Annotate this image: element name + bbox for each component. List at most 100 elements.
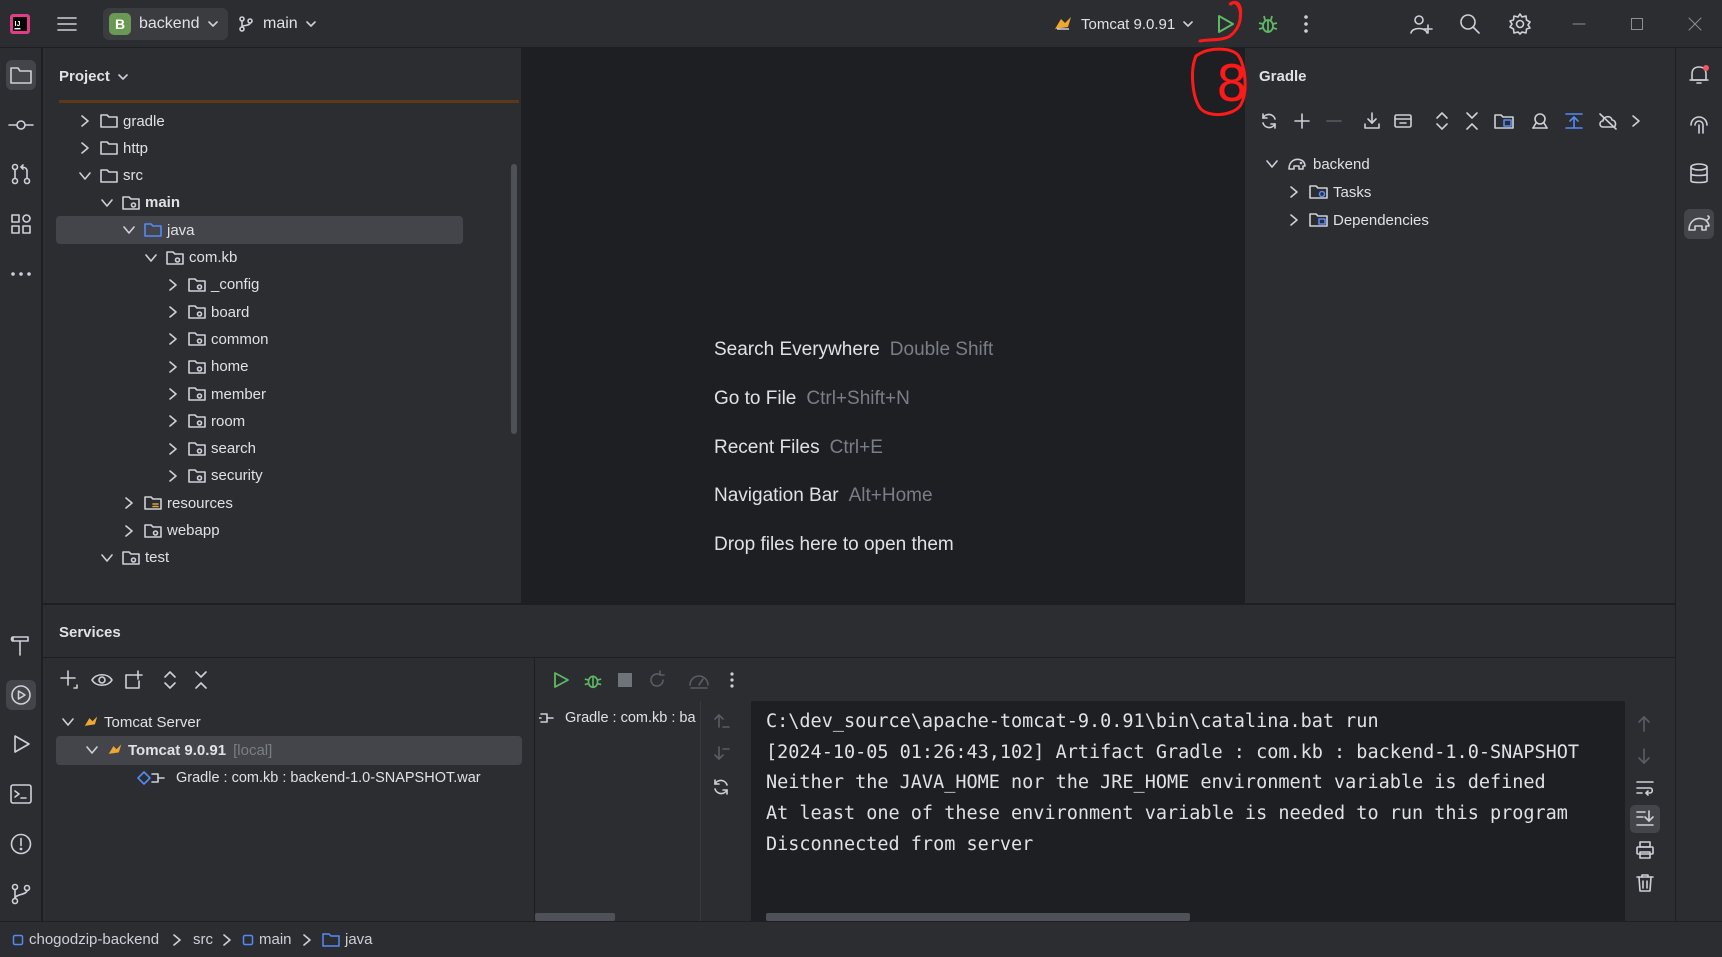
link-gradle-project-icon[interactable] [1491,108,1517,134]
stop-service-button[interactable] [612,667,638,693]
problems-icon[interactable] [6,829,36,859]
chevron-right-icon[interactable] [166,469,188,483]
commit-icon[interactable] [6,110,36,140]
chevron-right-icon[interactable] [122,496,144,510]
pull-requests-icon[interactable] [6,159,36,189]
toggle-offline-icon[interactable] [1390,108,1416,134]
services-tree-tomcat-instance[interactable]: Tomcat 9.0.91 [local] [85,736,272,764]
project-tree-item[interactable]: search [166,435,256,463]
soft-wrap-icon[interactable] [1635,779,1655,797]
execute-task-icon[interactable] [1561,108,1587,134]
offline-cloud-icon[interactable] [1595,108,1621,134]
gradle-tree-item-dependencies[interactable]: Dependencies [1287,206,1429,234]
deployment-hscrollbar[interactable] [535,913,615,921]
chevron-down-icon[interactable] [78,169,100,183]
breadcrumb-project[interactable]: chogodzip-backend [12,931,159,948]
run-icon[interactable] [6,729,36,759]
services-icon[interactable] [6,680,36,710]
up-arrow-icon[interactable] [711,713,731,731]
notifications-icon[interactable] [1684,60,1714,90]
down-arrow-icon[interactable] [711,745,731,763]
chevron-down-icon[interactable] [100,551,122,565]
project-tree-item[interactable]: src [78,162,143,190]
project-tree-item[interactable]: http [78,134,148,162]
chevron-right-icon[interactable] [166,414,188,428]
project-tree-item[interactable]: security [166,462,263,490]
run-service-button[interactable] [548,667,574,693]
services-tree-artifact[interactable]: Gradle : com.kb : backend-1.0-SNAPSHOT.w… [136,764,481,792]
chevron-right-icon[interactable] [78,114,100,128]
debug-service-button[interactable] [580,667,606,693]
breadcrumb-java[interactable]: java [322,931,373,948]
maximize-window-icon[interactable] [1608,0,1666,48]
project-tree-item[interactable]: gradle [78,107,165,135]
project-tree-item[interactable]: _config [166,271,259,299]
chevron-right-icon[interactable] [166,360,188,374]
chevron-down-icon[interactable] [100,196,122,210]
new-tab-icon[interactable] [121,667,147,693]
chevron-down-icon[interactable] [122,223,144,237]
breadcrumb-src[interactable]: src [193,931,213,948]
add-service-icon[interactable] [57,667,83,693]
print-icon[interactable] [1635,841,1655,859]
more-actions-icon[interactable] [1302,0,1310,48]
terminal-icon[interactable] [6,779,36,809]
project-folder-icon[interactable] [6,60,36,90]
run-configuration-selector[interactable]: Tomcat 9.0.91 [1053,0,1194,48]
minimize-window-icon[interactable] [1550,0,1608,48]
project-tree-item[interactable]: board [166,298,249,326]
project-tree-item[interactable]: member [166,380,266,408]
gradle-tree-item-tasks[interactable]: Tasks [1287,178,1371,206]
git-icon[interactable] [6,879,36,909]
scroll-to-end-icon[interactable] [1635,809,1655,827]
breadcrumb-main[interactable]: main [242,931,292,948]
add-user-icon[interactable] [1409,0,1433,48]
project-tree-item[interactable]: home [166,353,249,381]
project-tree-item[interactable]: webapp [122,517,220,545]
close-window-icon[interactable] [1666,0,1722,48]
more-actions-icon[interactable] [719,667,745,693]
add-icon[interactable] [1289,108,1315,134]
refresh-icon[interactable] [711,777,731,797]
project-tree-item[interactable]: java [56,216,463,245]
scroll-down-icon[interactable] [1636,747,1652,765]
ai-assistant-icon[interactable] [1684,110,1714,140]
build-hammer-icon[interactable] [6,630,36,660]
restart-icon[interactable] [644,667,670,693]
main-menu-icon[interactable] [56,0,78,48]
expand-all-icon[interactable] [157,667,183,693]
analyze-dependencies-icon[interactable] [1527,108,1553,134]
chevron-right-icon[interactable] [1623,108,1649,134]
database-icon[interactable] [1684,159,1714,189]
project-panel-header[interactable]: Project [59,68,128,85]
console-hscrollbar[interactable] [766,913,1190,921]
collapse-all-icon[interactable] [188,667,214,693]
project-tree-item[interactable]: resources [122,489,233,517]
chevron-right-icon[interactable] [166,305,188,319]
more-tool-windows-icon[interactable] [6,259,36,289]
gradle-elephant-icon[interactable] [1684,209,1714,239]
remove-icon[interactable] [1321,108,1347,134]
chevron-down-icon[interactable] [144,251,166,265]
services-tree-tomcat-server[interactable]: Tomcat Server [61,708,201,736]
collapse-all-icon[interactable] [1459,108,1485,134]
editor-empty-area[interactable]: Search Everywhere Double Shift Go to File… [522,48,1244,603]
expand-all-icon[interactable] [1429,108,1455,134]
structure-icon[interactable] [6,209,36,239]
project-tree-item[interactable]: room [166,407,245,435]
console-output[interactable]: C:\dev_source\apache-tomcat-9.0.91\bin\c… [751,701,1669,923]
profiler-icon[interactable] [686,667,712,693]
scroll-up-icon[interactable] [1636,715,1652,733]
gradle-tree-item-backend[interactable]: backend [1265,150,1370,178]
search-icon[interactable] [1459,0,1481,48]
chevron-right-icon[interactable] [166,332,188,346]
chevron-right-icon[interactable] [122,524,144,538]
chevron-right-icon[interactable] [166,278,188,292]
project-tree-item[interactable]: com.kb [144,244,237,272]
chevron-right-icon[interactable] [166,442,188,456]
chevron-right-icon[interactable] [166,387,188,401]
project-tree-scrollbar[interactable] [511,164,517,434]
chevron-right-icon[interactable] [78,141,100,155]
deployment-item[interactable]: Gradle : com.kb : ba [539,704,696,732]
branch-selector[interactable]: main [237,0,316,48]
